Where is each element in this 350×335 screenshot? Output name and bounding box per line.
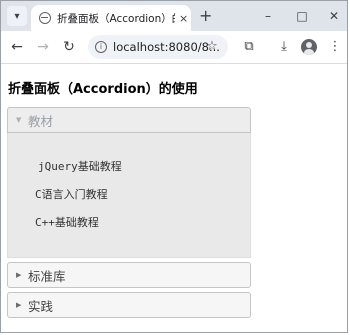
minimize-button[interactable]: – bbox=[259, 7, 277, 25]
active-tab[interactable]: 折叠面板（Accordion）的使用 × bbox=[31, 5, 191, 31]
download-icon[interactable]: ⤓ bbox=[276, 39, 292, 55]
accordion-header-textbooks[interactable]: ▼ 教材 bbox=[7, 107, 251, 133]
browser-toolbar: ← → ↻ i localhost:8080/8... ☆ ⧉ ⤓ ⋮ bbox=[1, 31, 347, 64]
tab-close-button[interactable]: × bbox=[179, 12, 188, 25]
accordion-header-practice[interactable]: ▶ 实践 bbox=[7, 292, 251, 318]
browser-window: ▾ 折叠面板（Accordion）的使用 × + – □ ✕ ← → ↻ i l… bbox=[0, 0, 348, 333]
profile-avatar[interactable] bbox=[301, 39, 317, 55]
globe-icon bbox=[39, 12, 51, 24]
maximize-button[interactable]: □ bbox=[293, 7, 311, 25]
close-window-button[interactable]: ✕ bbox=[325, 7, 343, 25]
list-item: C语言入门教程 bbox=[35, 188, 108, 201]
page-title: 折叠面板（Accordion）的使用 bbox=[8, 82, 198, 97]
page-content: 折叠面板（Accordion）的使用 ▼ 教材 jQuery基础教程 C语言入门… bbox=[1, 64, 347, 332]
accordion-header-label: 标准库 bbox=[28, 268, 66, 284]
reload-button[interactable]: ↻ bbox=[60, 38, 78, 56]
accordion-header-label: 实践 bbox=[28, 298, 54, 314]
bookmark-star-icon[interactable]: ☆ bbox=[204, 39, 220, 55]
accordion-panel-textbooks: jQuery基础教程 C语言入门教程 C++基础教程 bbox=[7, 133, 251, 258]
more-menu-icon[interactable]: ⋮ bbox=[327, 39, 343, 55]
tab-strip: ▾ 折叠面板（Accordion）的使用 × + – □ ✕ bbox=[1, 1, 347, 31]
accordion: ▼ 教材 jQuery基础教程 C语言入门教程 C++基础教程 ▶ 标准库 ▶ … bbox=[7, 107, 251, 318]
triangle-down-icon: ▼ bbox=[16, 116, 22, 124]
triangle-right-icon: ▶ bbox=[16, 271, 22, 279]
chevron-down-icon: ▾ bbox=[14, 10, 20, 22]
info-icon[interactable]: i bbox=[95, 41, 107, 53]
back-button[interactable]: ← bbox=[8, 38, 26, 56]
tab-title: 折叠面板（Accordion）的使用 bbox=[57, 12, 175, 25]
extensions-icon[interactable]: ⧉ bbox=[241, 39, 257, 55]
accordion-header-label: 教材 bbox=[28, 113, 54, 129]
list-item: jQuery基础教程 bbox=[38, 160, 122, 173]
new-tab-button[interactable]: + bbox=[199, 7, 212, 25]
tab-search-button[interactable]: ▾ bbox=[7, 6, 27, 26]
triangle-right-icon: ▶ bbox=[16, 301, 22, 309]
accordion-header-stdlib[interactable]: ▶ 标准库 bbox=[7, 262, 251, 288]
list-item: C++基础教程 bbox=[35, 216, 99, 229]
forward-button[interactable]: → bbox=[34, 38, 52, 56]
